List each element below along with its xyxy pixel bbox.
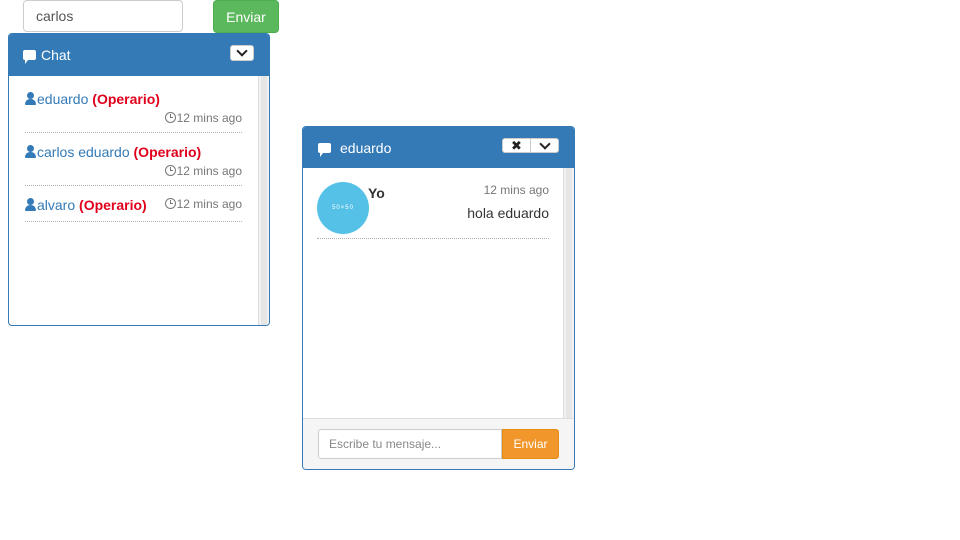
- collapse-chat-window-button[interactable]: [530, 137, 559, 153]
- user-name[interactable]: carlos eduardo: [37, 144, 130, 160]
- user-role: (Operario): [92, 91, 160, 107]
- chat-message: 50×50 Yo 12 mins ago hola eduardo: [303, 168, 563, 258]
- message-divider: [317, 238, 549, 239]
- clock-icon: [164, 112, 176, 123]
- user-role: (Operario): [133, 144, 202, 160]
- clock-icon: [164, 198, 176, 209]
- chevron-down-icon: [236, 45, 248, 57]
- top-send-button[interactable]: Enviar: [213, 0, 279, 33]
- chat-list-body: eduardo (Operario) 12 mins ago carlos ed…: [9, 76, 269, 325]
- chat-messages: 50×50 Yo 12 mins ago hola eduardo: [303, 168, 574, 418]
- user-name[interactable]: alvaro: [37, 197, 75, 213]
- user-last-seen: 12 mins ago: [164, 111, 242, 125]
- user-icon: [25, 92, 36, 106]
- send-message-button[interactable]: Enviar: [502, 429, 559, 459]
- user-list-item[interactable]: carlos eduardo (Operario) 12 mins ago: [25, 144, 242, 186]
- message-input[interactable]: [318, 429, 502, 459]
- close-icon: ✖: [511, 137, 522, 153]
- user-last-seen: 12 mins ago: [164, 164, 242, 178]
- chat-list-title: Chat: [41, 47, 71, 63]
- user-last-seen: 12 mins ago: [164, 197, 242, 211]
- user-list-item[interactable]: eduardo (Operario) 12 mins ago: [25, 91, 242, 133]
- user-icon: [25, 198, 36, 212]
- user-icon: [25, 145, 36, 159]
- chat-bubble-icon: [318, 142, 331, 157]
- collapse-chat-list-button[interactable]: [230, 45, 254, 61]
- scroll-thumb[interactable]: [261, 76, 267, 325]
- avatar: 50×50: [317, 182, 369, 234]
- chat-list-header: Chat: [9, 34, 269, 76]
- chevron-down-icon: [538, 137, 551, 150]
- message-time: 12 mins ago: [483, 183, 549, 197]
- chat-list-scrollbar[interactable]: [258, 76, 269, 325]
- chat-window-panel: eduardo ✖ 50×50 Yo 12 mins ago hola edua…: [302, 126, 575, 470]
- close-chat-button[interactable]: ✖: [502, 138, 531, 153]
- chat-bubble-icon: [23, 50, 36, 64]
- chat-input-footer: Enviar: [303, 418, 574, 469]
- user-list-item[interactable]: alvaro (Operario) 12 mins ago: [25, 197, 242, 222]
- clock-icon: [164, 165, 176, 176]
- chat-messages-scrollbar[interactable]: [563, 168, 574, 418]
- message-sender: Yo: [368, 185, 385, 201]
- user-name[interactable]: eduardo: [37, 91, 88, 107]
- user-role: (Operario): [79, 197, 147, 213]
- chat-window-header: eduardo ✖: [303, 127, 574, 168]
- top-user-input[interactable]: [23, 0, 183, 32]
- chat-window-title: eduardo: [340, 139, 392, 156]
- message-text: hola eduardo: [467, 205, 549, 221]
- chat-list-panel: Chat eduardo (Operario) 12 mins ago carl…: [8, 33, 270, 326]
- scroll-thumb[interactable]: [566, 168, 572, 418]
